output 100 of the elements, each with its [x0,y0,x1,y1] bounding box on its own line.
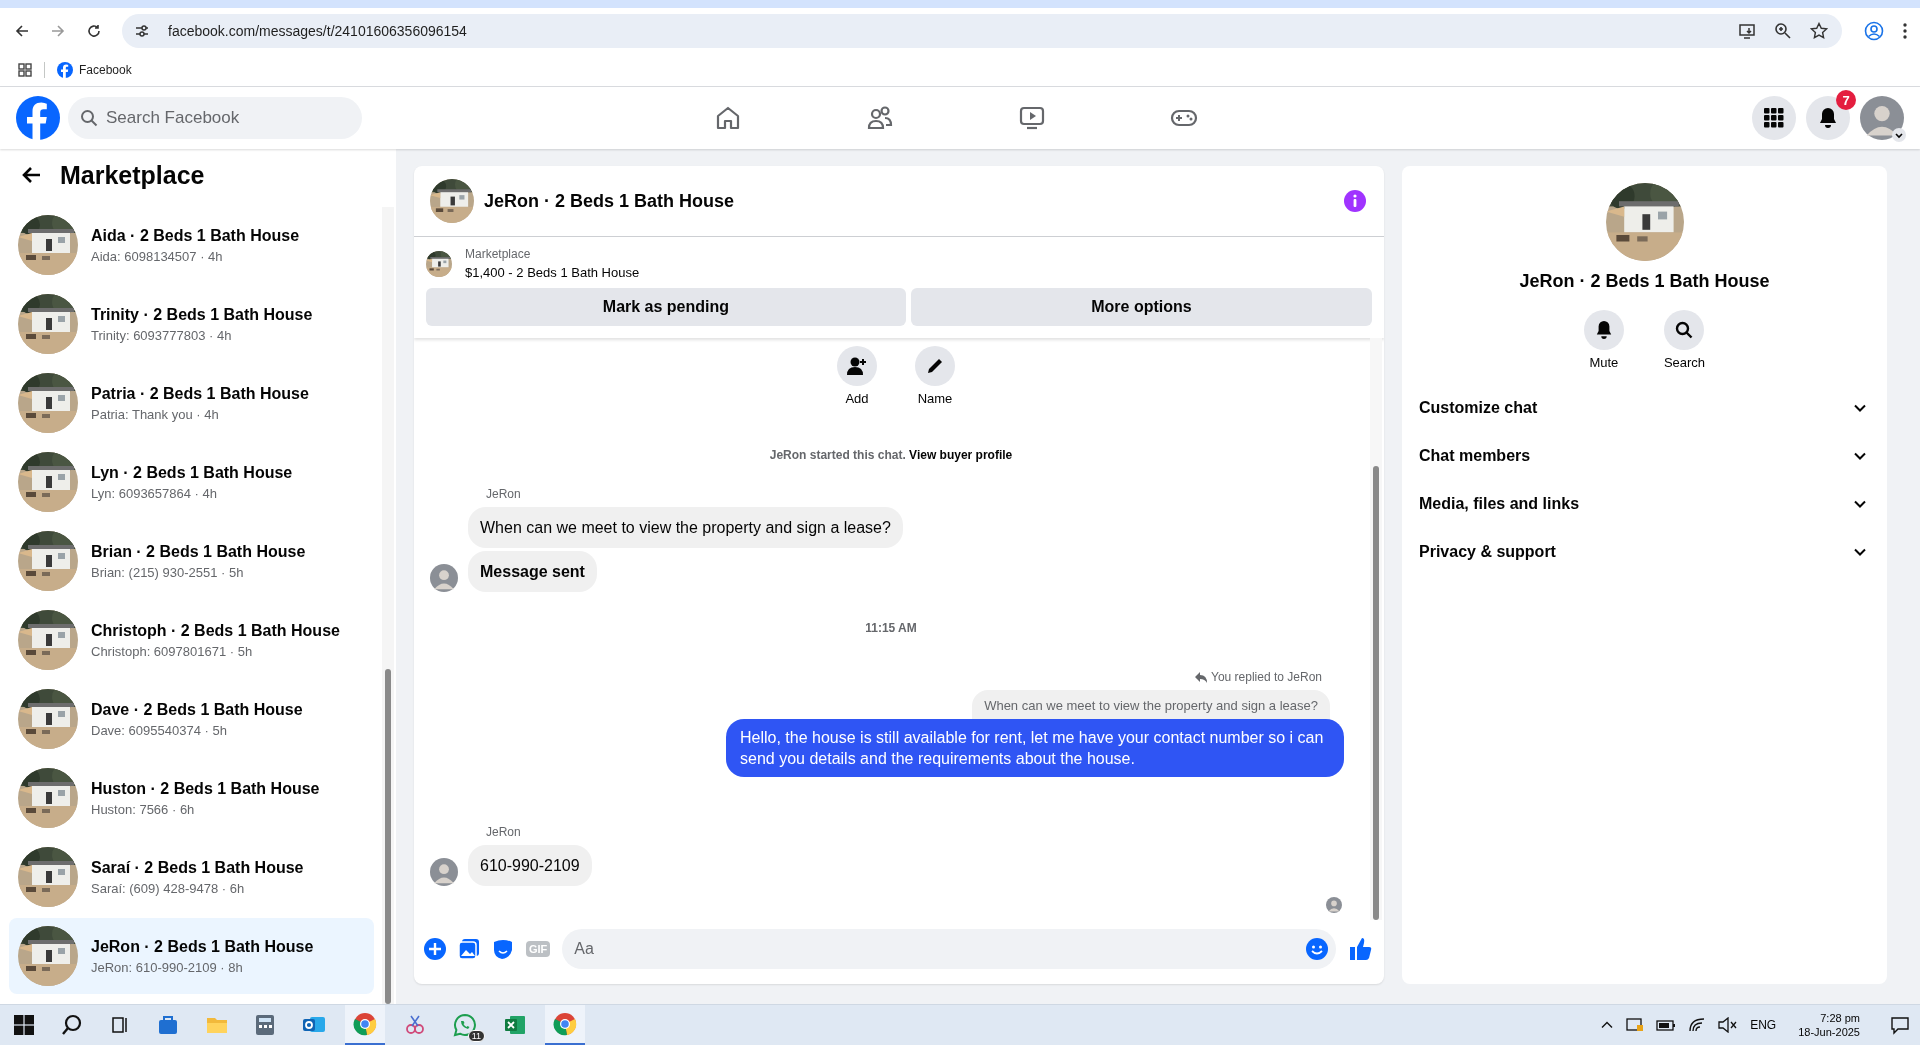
section-header[interactable]: Chat members [1410,432,1879,480]
conversation-title: Dave · 2 Beds 1 Bath House [91,700,303,719]
quick-action-label: Add [845,391,869,406]
section-header[interactable]: Privacy & support [1410,528,1879,576]
conversation-item[interactable]: Brian · 2 Beds 1 Bath House Brian: (215) 930-2551 · 5h [9,531,374,591]
message-field[interactable]: Aa [562,929,1336,969]
browser-icon[interactable] [353,1012,377,1036]
add-person-button[interactable] [837,346,877,386]
conversation-item[interactable]: Huston · 2 Beds 1 Bath House Huston: 7566 · 6h [9,768,374,828]
conversation-item[interactable]: Trinity · 2 Beds 1 Bath House Trinity: 6093777803 · 4h [9,294,374,354]
section-header[interactable]: Customize chat [1410,384,1879,432]
address-bar[interactable]: facebook.com/messages/t/24101606356096154 [122,14,1842,48]
conversation-preview: JeRon: 610-990-2109 · 8h [91,959,244,975]
conversation-preview: Dave: 6095540374 · 5h [91,722,228,738]
notifications-icon[interactable] [1890,1015,1910,1035]
speaker-muted-icon[interactable] [1718,1017,1739,1033]
back-icon[interactable] [22,165,42,185]
action-label: Mute [1589,355,1619,370]
clock-date: 18-Jun-2025 [1798,1026,1860,1038]
thumbs-up-icon[interactable] [1348,937,1372,961]
sticker-icon[interactable] [492,938,514,960]
browser-icon[interactable] [553,1012,577,1036]
star-icon[interactable] [1810,22,1828,40]
calculator-icon[interactable] [255,1014,275,1036]
tray-app-icon[interactable] [1626,1017,1645,1033]
mute-button[interactable] [1583,310,1624,350]
store-icon[interactable] [157,1014,179,1036]
battery-icon[interactable] [1656,1018,1677,1032]
conversation-preview: Huston: 7566 · 6h [91,801,196,817]
pencil-icon [926,357,944,375]
action-label: Search [1663,355,1706,370]
search-field[interactable]: Search Facebook [68,97,362,139]
listing-source: Marketplace [465,247,532,261]
clock-time: 7:28 pm [1820,1012,1860,1024]
buyer-profile-link[interactable]: View buyer profile [909,448,1013,462]
conversation-title: Lyn · 2 Beds 1 Bath House [91,463,293,482]
task-view-icon[interactable] [110,1015,130,1035]
avatar-icon [430,564,458,592]
logo-icon [57,62,73,78]
home-icon[interactable] [714,104,742,132]
search-icon [1675,321,1694,339]
image-icon[interactable] [458,938,480,960]
message-bubble: Message sent [468,551,597,592]
conversation-preview: Patria: Thank you · 4h [91,406,220,422]
conversation-title: Saraí · 2 Beds 1 Bath House [91,858,304,877]
windows-icon[interactable] [14,1015,34,1035]
logo-icon[interactable] [16,96,60,140]
emoji-icon[interactable] [1306,938,1328,960]
section-header[interactable]: Media, files and links [1410,480,1879,528]
sender-name: JeRon [486,487,522,501]
menu-button[interactable] [1752,96,1796,140]
zoom-icon[interactable] [1774,22,1792,40]
conversation-item[interactable]: Christoph · 2 Beds 1 Bath House Christoph: 6097801671 · 5h [9,610,374,670]
friends-icon[interactable] [866,104,894,132]
avatar-icon [1326,897,1342,913]
avatar-icon [430,858,458,886]
conversation-title: JeRon · 2 Beds 1 Bath House [91,937,314,956]
spreadsheet-icon[interactable] [504,1014,526,1036]
caret-icon[interactable] [1892,128,1906,142]
info-icon[interactable] [1344,190,1366,212]
quick-action-label: Name [917,391,953,406]
conversation-item[interactable]: Dave · 2 Beds 1 Bath House Dave: 6095540374 · 5h [9,689,374,749]
menu-icon[interactable] [1902,22,1908,40]
scrollbar[interactable] [382,207,394,1004]
conversation-item[interactable]: JeRon · 2 Beds 1 Bath House JeRon: 610-990-2109 · 8h [9,918,374,994]
listing-action-button[interactable]: More options [910,288,1372,326]
forward-icon[interactable] [50,23,66,39]
plus-icon[interactable] [424,938,446,960]
edit-name-button[interactable] [915,346,955,386]
conversation-item[interactable]: Saraí · 2 Beds 1 Bath House Saraí: (609) 428-9478 · 6h [9,847,374,907]
apps-icon[interactable] [18,63,32,77]
site-settings-icon[interactable] [134,23,150,39]
conversation-item[interactable]: Patria · 2 Beds 1 Bath House Patria: Thank you · 4h [9,373,374,433]
avatar-icon [1860,96,1904,140]
video-icon[interactable] [1018,104,1046,132]
add-person-icon [847,357,867,375]
listing-title: $1,400 - 2 Beds 1 Bath House [465,265,640,280]
conversation-item[interactable]: Lyn · 2 Beds 1 Bath House Lyn: 6093657864 · 4h [9,452,374,512]
bookmark-link[interactable]: Facebook [57,62,132,78]
scrollbar[interactable] [1370,338,1382,920]
profile-icon[interactable] [1864,21,1884,41]
language-indicator[interactable]: ENG [1750,1018,1777,1032]
conversation-item[interactable]: Aida · 2 Beds 1 Bath House Aida: 6098134507 · 4h [9,215,374,275]
conversation-preview: Brian: (215) 930-2551 · 5h [91,564,245,580]
conversation-title: Brian · 2 Beds 1 Bath House [91,542,306,561]
search-button[interactable] [1664,310,1705,350]
notification-badge: 7 [1836,90,1856,110]
sender-name: JeRon [486,825,522,839]
snipping-icon[interactable] [404,1014,426,1036]
listing-action-button[interactable]: Mark as pending [426,288,906,326]
wifi-icon[interactable] [1688,1017,1707,1033]
search-icon[interactable] [61,1014,83,1036]
contact-name: JeRon · 2 Beds 1 Bath House [1519,271,1770,292]
chat-started-note: JeRon started this chat. View buyer profile [768,448,1014,462]
back-icon[interactable] [14,23,30,39]
notifications-button[interactable] [1806,96,1850,140]
reload-icon[interactable] [86,23,102,39]
conversation-preview: Christoph: 6097801671 · 5h [91,643,254,659]
message-bubble: Hello, the house is still available for rent, let me have your contact number so i can send you details and the requirements about the house. [726,719,1344,777]
install-icon[interactable] [1738,22,1756,40]
